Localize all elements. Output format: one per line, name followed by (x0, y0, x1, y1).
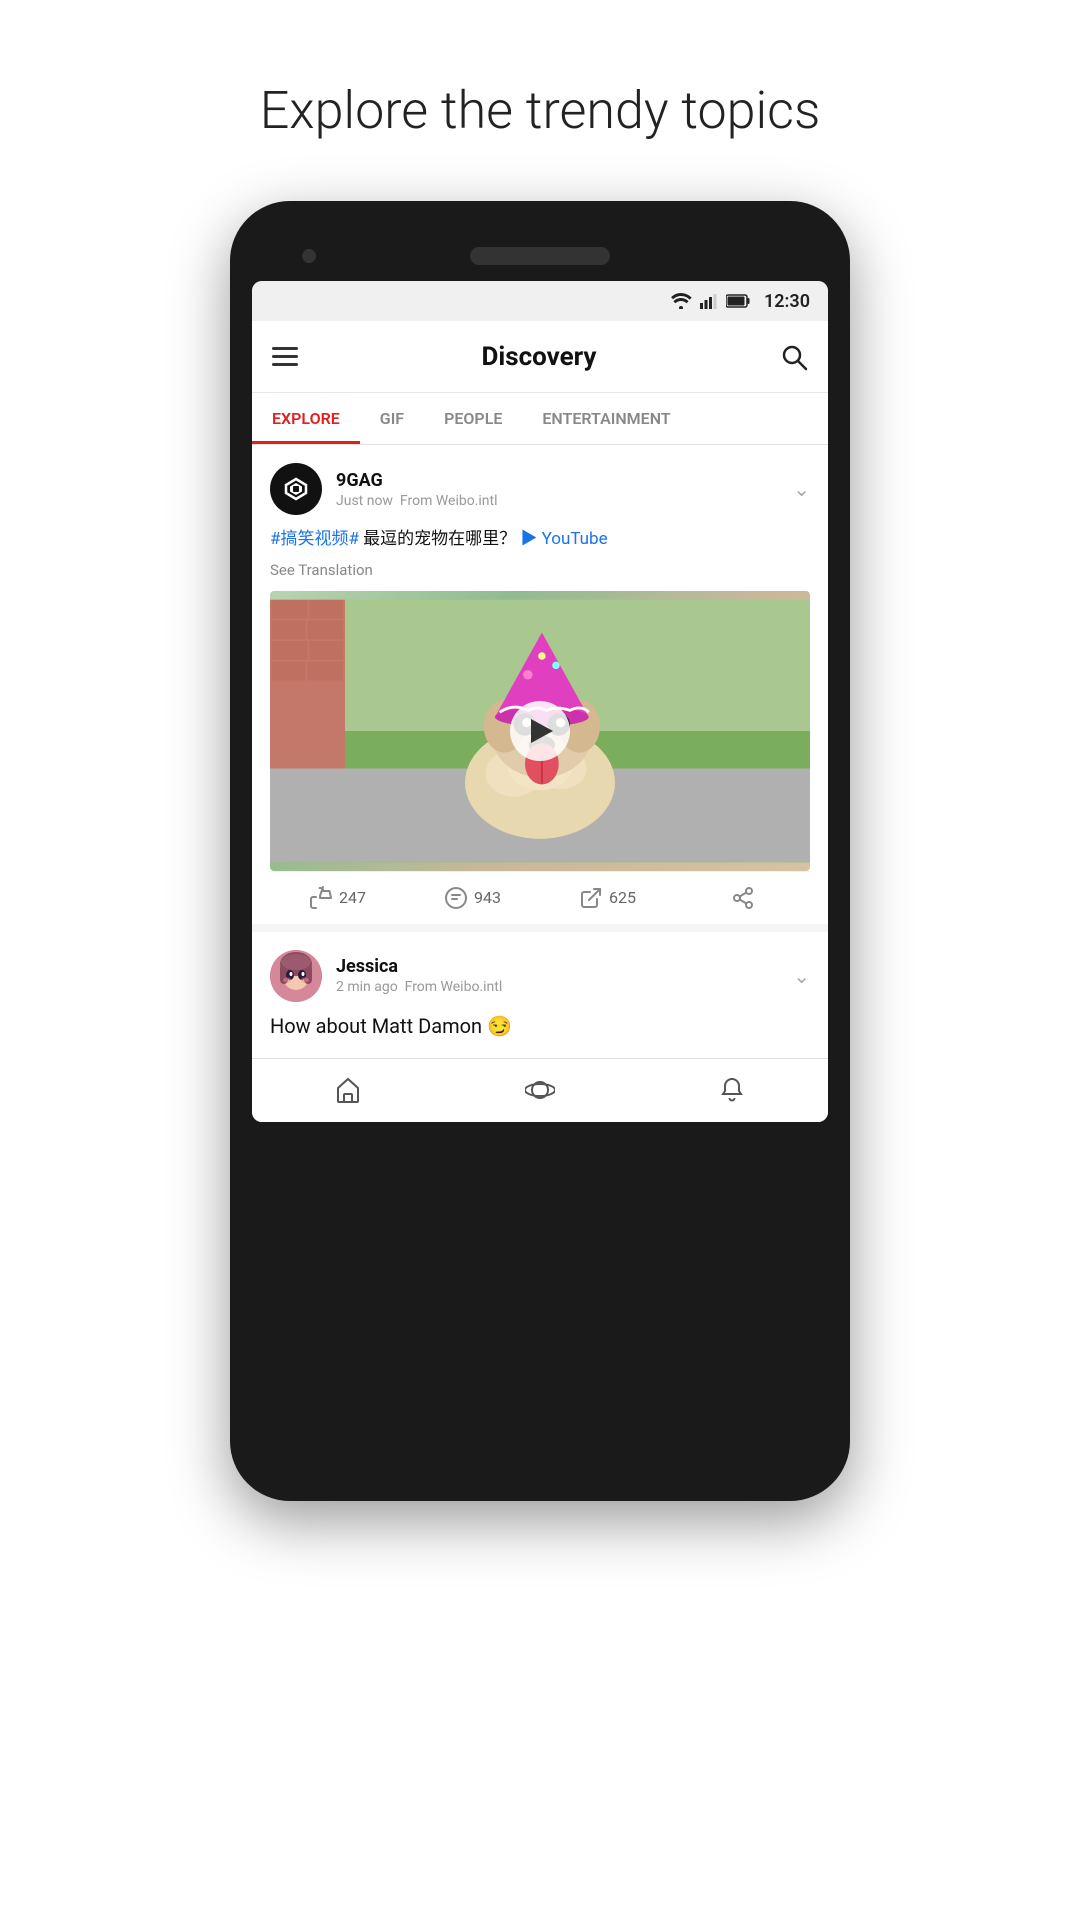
app-title: Discovery (481, 342, 596, 372)
tabs-bar: EXPLORE GIF PEOPLE ENTERTAINMENT (252, 393, 828, 445)
post-9gag-text: #搞笑视频# 最逗的宠物在哪里？ ▶ YouTube (270, 527, 810, 553)
battery-icon (726, 294, 750, 308)
home-icon (334, 1076, 362, 1104)
nav-discover[interactable] (444, 1059, 636, 1122)
video-thumbnail[interactable] (270, 591, 810, 871)
post-9gag-username: 9GAG (336, 470, 498, 491)
post-actions: 247 943 (270, 871, 810, 924)
comment-button[interactable]: 943 (405, 886, 540, 910)
wifi-icon (670, 293, 692, 309)
post-jessica-expand-button[interactable]: ⌄ (793, 964, 810, 988)
page-headline-text: Explore the trendy topics (260, 80, 821, 141)
youtube-link[interactable]: YouTube (542, 529, 608, 549)
like-button[interactable]: 247 (270, 886, 405, 910)
phone-camera (302, 249, 316, 263)
share-button[interactable] (675, 886, 810, 910)
tab-people[interactable]: PEOPLE (424, 393, 522, 444)
status-bar: 12:30 (252, 281, 828, 321)
bell-icon (718, 1076, 746, 1104)
repost-icon (579, 886, 603, 910)
share-icon (731, 886, 755, 910)
repost-button[interactable]: 625 (540, 886, 675, 910)
phone-frame: 12:30 Discovery EXPLORE GIF (230, 201, 850, 1501)
hashtag-text[interactable]: #搞笑视频# (270, 529, 359, 549)
post-9gag: 9GAG Just now From Weibo.intl ⌄ #搞笑视频# 最… (252, 445, 828, 924)
comment-icon (444, 886, 468, 910)
feed: 9GAG Just now From Weibo.intl ⌄ #搞笑视频# 最… (252, 445, 828, 1050)
hamburger-menu-button[interactable] (272, 347, 298, 366)
status-time: 12:30 (764, 291, 810, 312)
repost-count: 625 (609, 888, 636, 907)
like-count: 247 (339, 888, 366, 907)
post-jessica: Jessica 2 min ago From Weibo.intl ⌄ How … (252, 932, 828, 1050)
signal-icon (700, 293, 718, 309)
post-jessica-username: Jessica (336, 956, 502, 977)
post-jessica-meta: 2 min ago From Weibo.intl (336, 979, 502, 995)
see-translation-9gag[interactable]: See Translation (270, 561, 810, 579)
post-9gag-expand-button[interactable]: ⌄ (793, 477, 810, 501)
play-button[interactable] (510, 701, 570, 761)
post-9gag-meta: Just now From Weibo.intl (336, 493, 498, 509)
thumbs-up-icon (309, 886, 333, 910)
nav-home[interactable] (252, 1059, 444, 1122)
avatar-jessica (270, 950, 322, 1002)
nav-notifications[interactable] (636, 1059, 828, 1122)
tab-gif[interactable]: GIF (360, 393, 424, 444)
search-button[interactable] (780, 343, 808, 371)
phone-screen: 12:30 Discovery EXPLORE GIF (252, 281, 828, 1122)
avatar-9gag (270, 463, 322, 515)
app-header: Discovery (252, 321, 828, 393)
post-jessica-text: How about Matt Damon 😏 (270, 1014, 810, 1050)
comment-count: 943 (474, 888, 501, 907)
bottom-nav (252, 1058, 828, 1122)
tab-explore[interactable]: EXPLORE (252, 393, 360, 444)
phone-speaker (470, 247, 610, 265)
search-icon (780, 343, 808, 371)
tab-entertainment[interactable]: ENTERTAINMENT (522, 393, 690, 444)
planet-icon (525, 1075, 555, 1105)
